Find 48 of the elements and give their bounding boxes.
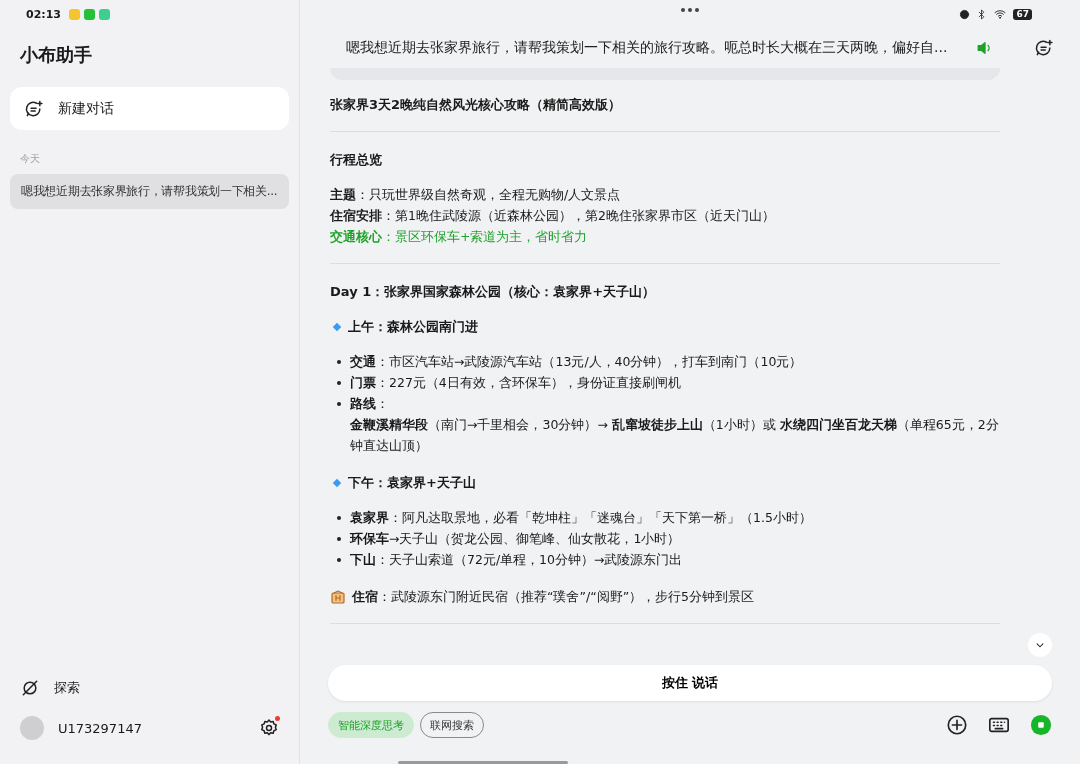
stop-button[interactable]: [1030, 714, 1052, 736]
subsection-heading: 上午：森林公园南门进: [348, 318, 478, 336]
new-chat-button[interactable]: [1034, 38, 1054, 58]
overview-line: 交通核心：景区环保车+索道为主，省时省力: [330, 228, 589, 246]
stop-icon: [1030, 714, 1052, 736]
status-time: 02:13: [26, 7, 61, 21]
list-item-text: 路线：: [350, 396, 389, 411]
list-item-text: 环保车→天子山（贺龙公园、御笔峰、仙女散花，1小时）: [350, 531, 681, 546]
avatar-icon: [20, 716, 44, 740]
add-button[interactable]: [946, 714, 968, 736]
overview-line: 住宿安排：第1晚住武陵源（近森林公园），第2晚住张家界市区（近天门山）: [330, 207, 776, 225]
list-item-text: 金鞭溪精华段（南门→千里相会，30分钟）→ 乱窜坡徒步上山（1小时）或 水绕四门坐百龙天梯（单程65元，2分钟直达山顶）: [350, 417, 999, 453]
history-item[interactable]: 嗯我想近期去张家界旅行，请帮我策划一下相关...: [10, 174, 289, 209]
plus-circle-icon: [946, 714, 968, 736]
bullet-icon: [337, 360, 341, 364]
new-chat-icon: [1034, 38, 1054, 58]
section-label: 今天: [20, 152, 41, 166]
explore-link[interactable]: 探索: [54, 679, 80, 697]
app-notification-icon: [69, 8, 80, 20]
bullet-icon: [337, 381, 341, 385]
hotel-icon: [330, 588, 346, 605]
new-chat-button[interactable]: 新建对话: [10, 87, 289, 130]
user-name: U173297147: [58, 720, 142, 736]
bullet-icon: [337, 402, 341, 406]
section-heading: 行程总览: [330, 151, 383, 169]
subsection-heading: 下午：袁家界+天子山: [348, 474, 476, 492]
new-chat-icon: [24, 98, 44, 119]
accommodation-text: 住宿：武陵源东门附近民宿（推荐“璞舍”/“阅野”），步行5分钟到景区: [352, 588, 755, 606]
bullet-icon: [337, 516, 341, 520]
app-title: 小布助手: [20, 43, 93, 67]
hold-to-talk-button[interactable]: 按住 说话: [328, 665, 1052, 701]
list-item-text: 袁家界：阿凡达取景地，必看「乾坤柱」「迷魂台」「天下第一桥」（1.5小时）: [350, 510, 812, 525]
more-dots-icon: [681, 8, 699, 12]
battery-level: 67: [1013, 8, 1032, 20]
overview-line: 主题：只玩世界级自然奇观，全程无购物/人文景点: [330, 186, 622, 204]
user-query: 嗯我想近期去张家界旅行，请帮我策划一下相关的旅行攻略。呃总时长大概在三天两晚，偏好自...: [346, 39, 949, 57]
settings-icon: [259, 718, 279, 738]
section-heading: Day 1：张家界国家森林公园（核心：袁家界+天子山）: [330, 283, 657, 301]
bullet-icon: [337, 558, 341, 562]
app-notification-icon: [99, 8, 110, 20]
bullet-icon: [337, 537, 341, 541]
list-item-text: 门票：227元（4日有效，含环保车），身份证直接刷闸机: [350, 375, 681, 390]
wifi-icon: [993, 8, 1008, 20]
answer-title: 张家界3天2晚纯自然风光核心攻略（精简高效版）: [330, 96, 623, 114]
app-notification-icon: [84, 8, 95, 20]
planet-icon: [20, 678, 40, 698]
list-item-text: 下山：天子山索道（72元/单程，10分钟）→武陵源东门出: [350, 552, 683, 567]
list-item-text: 交通：市区汽车站→武陵源汽车站（13元/人，40分钟），打车到南门（10元）: [350, 354, 803, 369]
